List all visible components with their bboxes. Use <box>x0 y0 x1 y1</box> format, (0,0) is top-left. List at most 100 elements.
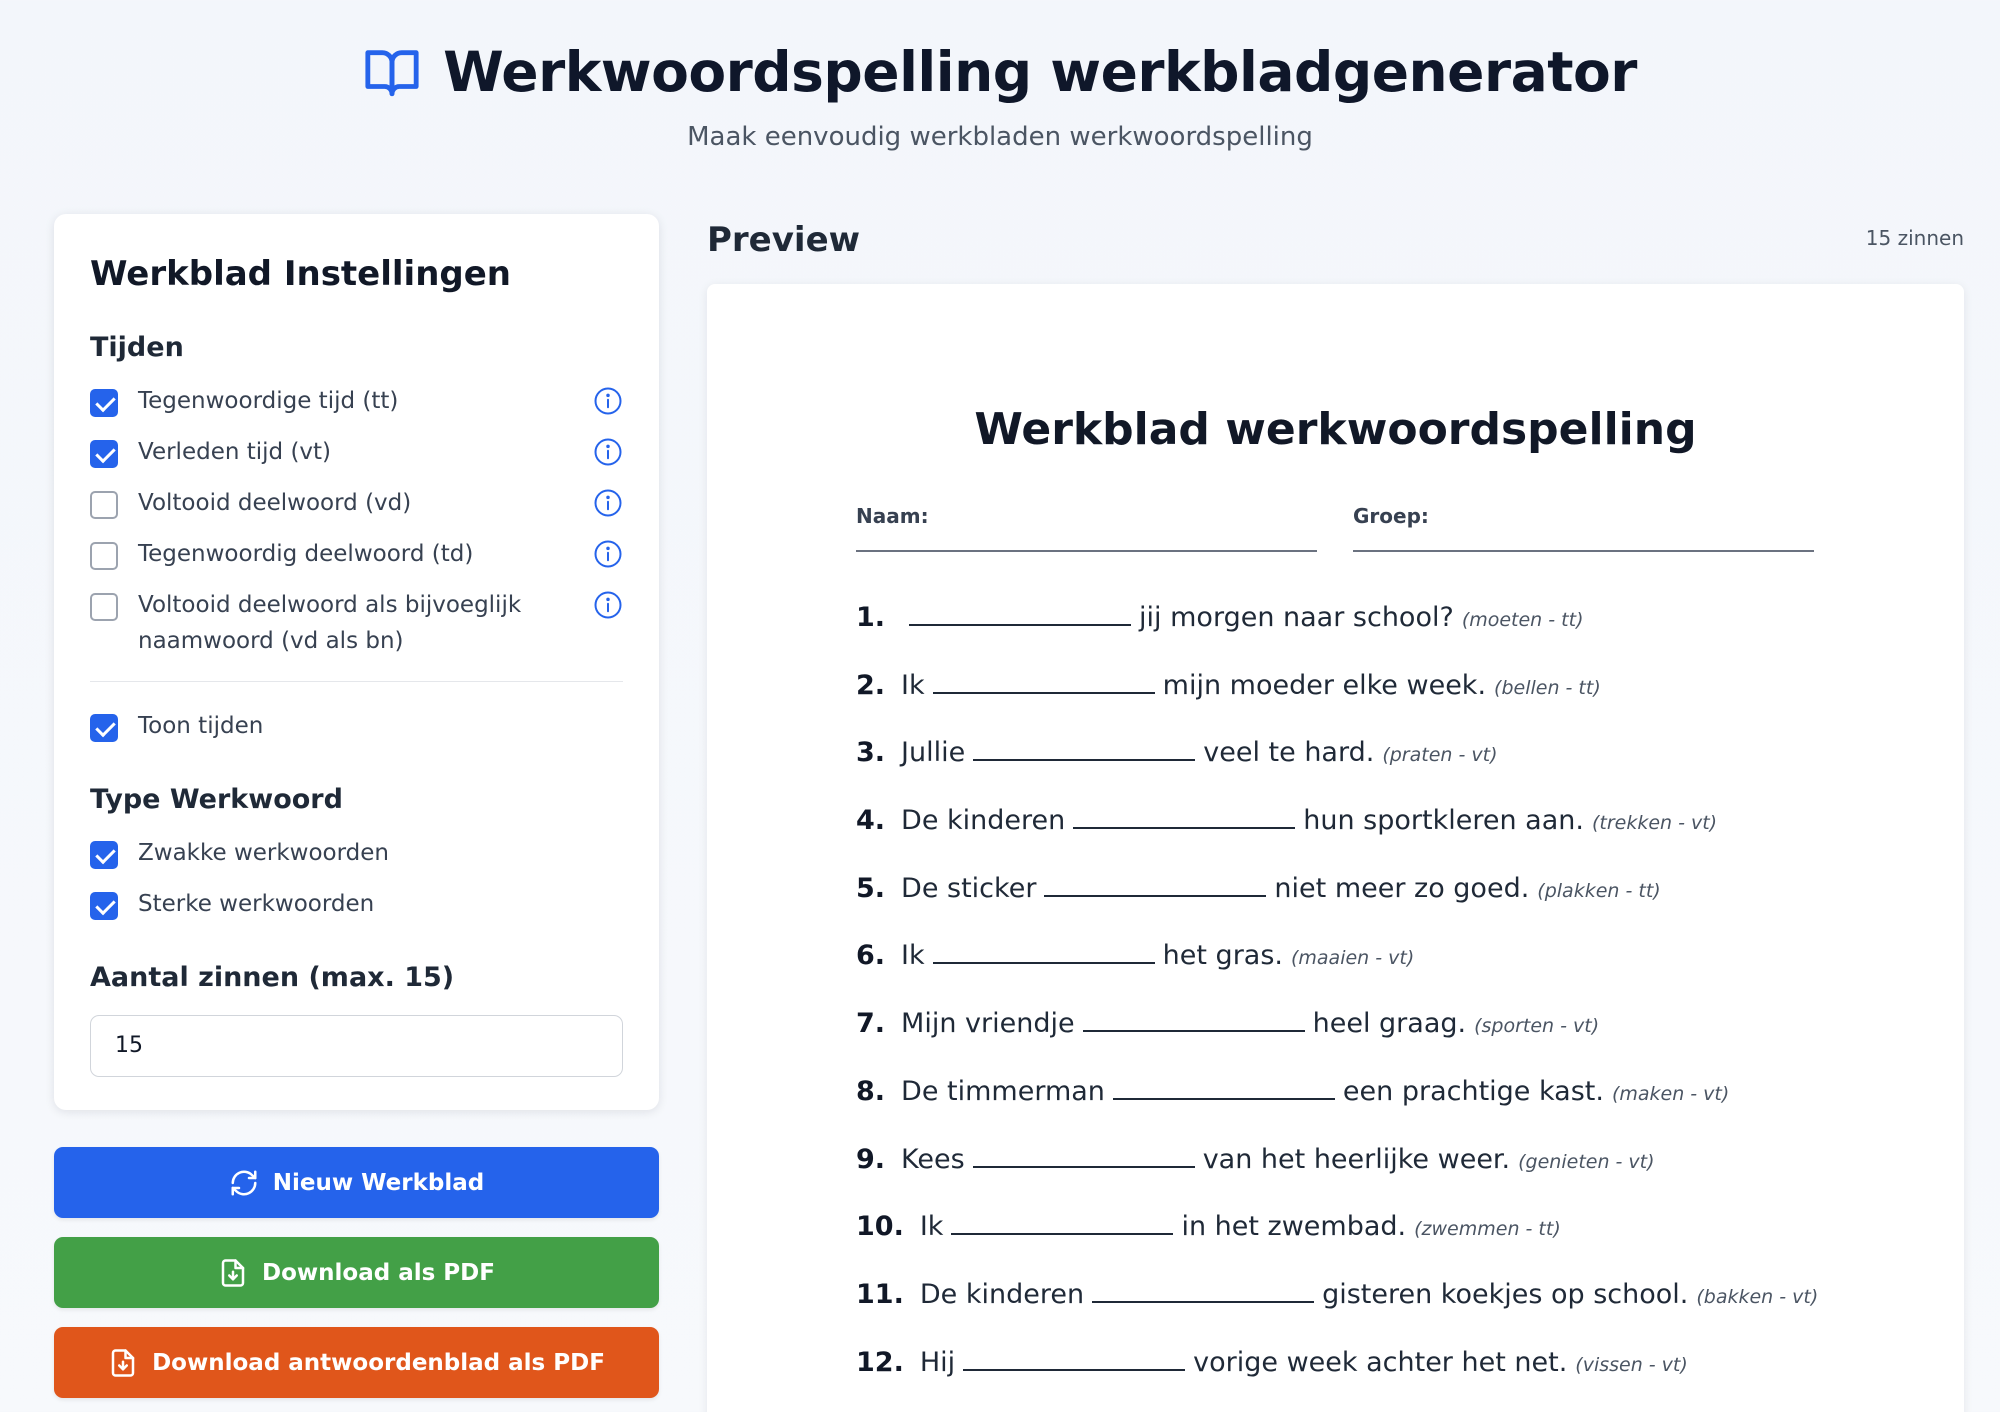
sentence-rest: heel graag. <box>1312 1008 1467 1040</box>
sentence-subject: De timmerman <box>901 1075 1105 1107</box>
refresh-icon <box>231 1170 257 1195</box>
option-sterke-werkwoorden[interactable]: Sterke werkwoorden <box>90 890 623 922</box>
sentence-number: 1. <box>856 602 886 633</box>
download-answers-label: Download antwoordenblad als PDF <box>152 1349 605 1376</box>
verb-hint: (trekken - vt) <box>1591 812 1718 835</box>
option-tegenwoordige-tijd[interactable]: Tegenwoordige tijd (tt) <box>90 387 623 419</box>
option-label: Voltooid deelwoord (vd) <box>138 490 412 516</box>
answer-blank <box>973 739 1196 762</box>
answer-blank <box>1082 1010 1305 1033</box>
sentence-item: 9. Kees van het heerlijke weer. (genieten -… <box>856 1144 1916 1212</box>
answer-blank <box>932 942 1155 965</box>
verb-type-section-title: Type Werkwoord <box>90 784 343 815</box>
info-icon[interactable] <box>593 386 623 416</box>
option-voltooid-deelwoord[interactable]: Voltooid deelwoord (vd) <box>90 489 623 521</box>
checkbox-toon-tijden[interactable] <box>90 714 118 742</box>
sentence-item: 7. Mijn vriendje heel graag. (sporten - vt) <box>856 1008 1916 1076</box>
answer-blank <box>1073 807 1296 830</box>
answer-blank <box>1112 1078 1335 1100</box>
new-worksheet-button[interactable]: Nieuw Werkblad <box>54 1147 659 1218</box>
sentence-item: 5. De sticker niet meer zo goed. (plakken -… <box>856 873 1916 941</box>
download-pdf-label: Download als PDF <box>262 1259 495 1286</box>
sentence-rest: een prachtige kast. <box>1342 1075 1604 1107</box>
sentence-rest: niet meer zo goed. <box>1274 872 1530 904</box>
verb-hint: (bellen - tt) <box>1494 676 1601 699</box>
sentence-item: 6. Ik het gras. (maaien - vt) <box>856 940 1916 1008</box>
sentence-subject: Jullie <box>901 737 966 769</box>
sentence-number: 12. <box>856 1346 904 1378</box>
option-label: Sterke werkwoorden <box>138 891 375 917</box>
option-label: Verleden tijd (vt) <box>138 439 332 465</box>
answer-blank <box>932 672 1155 694</box>
sentence-number: 10. <box>856 1211 904 1243</box>
checkbox-vd-als-bn[interactable] <box>90 593 118 621</box>
sentence-rest: in het zwembad. <box>1181 1211 1407 1243</box>
app-header: Werkwoordspelling werkbladgenerator Maak… <box>0 40 2000 152</box>
sentence-number: 6. <box>856 940 886 972</box>
option-label-line1: Voltooid deelwoord als bijvoeglijk <box>138 592 522 618</box>
info-icon[interactable] <box>593 590 623 620</box>
sentence-rest: vorige week achter het net. <box>1193 1346 1568 1378</box>
sentence-item: 4. De kinderen hun sportkleren aan. (trekke… <box>856 805 1916 873</box>
group-field: Groep: <box>1353 504 1814 552</box>
sentence-rest: van het heerlijke weer. <box>1202 1143 1511 1175</box>
option-vd-als-bn[interactable]: Voltooid deelwoord als bijvoeglijk naamw… <box>90 591 623 659</box>
worksheet-preview: Werkblad werkwoordspelling Naam: Groep: … <box>707 284 1964 1412</box>
sentence-item: 1. jij morgen naar school? (moeten - tt) <box>856 602 1916 670</box>
sentence-item: 10. Ik in het zwembad. (zwemmen - tt) <box>856 1211 1916 1279</box>
settings-divider <box>90 681 623 682</box>
verb-hint: (moeten - tt) <box>1461 609 1584 631</box>
sentence-number: 9. <box>856 1143 886 1175</box>
info-icon[interactable] <box>593 488 623 518</box>
option-label: Zwakke werkwoorden <box>138 840 390 866</box>
sentence-rest: gisteren koekjes op school. <box>1322 1278 1689 1310</box>
checkbox-zwakke-werkwoorden[interactable] <box>90 841 118 869</box>
sentence-number: 5. <box>856 872 886 904</box>
checkbox-verleden-tijd[interactable] <box>90 440 118 468</box>
sentence-item: 8. De timmerman een prachtige kast. (maken … <box>856 1076 1916 1144</box>
sentence-subject: Hij <box>919 1346 956 1378</box>
sentence-item: 11. De kinderen gisteren koekjes op school… <box>856 1279 1916 1347</box>
checkbox-sterke-werkwoorden[interactable] <box>90 892 118 920</box>
worksheet-title: Werkblad werkwoordspelling <box>974 404 1697 455</box>
option-label: Voltooid deelwoord als bijvoeglijk naamw… <box>138 587 521 659</box>
sentence-subject: Kees <box>901 1143 965 1175</box>
preview-heading: Preview <box>707 220 861 260</box>
sentence-subject: De kinderen <box>919 1278 1085 1310</box>
sentence-count-input[interactable]: 15 <box>90 1015 623 1077</box>
sentence-item: 3. Jullie veel te hard. (praten - vt) <box>856 737 1916 805</box>
sentence-rest: jij morgen naar school? <box>1139 602 1454 633</box>
download-pdf-button[interactable]: Download als PDF <box>54 1237 659 1308</box>
answer-blank <box>972 1146 1195 1168</box>
option-zwakke-werkwoorden[interactable]: Zwakke werkwoorden <box>90 839 623 871</box>
book-open-icon <box>365 50 419 97</box>
checkbox-tegenwoordige-tijd[interactable] <box>90 389 118 417</box>
verb-hint: (plakken - tt) <box>1537 879 1661 902</box>
verb-hint: (vissen - vt) <box>1575 1353 1688 1376</box>
option-tegenwoordig-deelwoord[interactable]: Tegenwoordig deelwoord (td) <box>90 540 623 572</box>
sentence-subject: Mijn vriendje <box>901 1008 1075 1040</box>
sentence-item: 2. Ik mijn moeder elke week. (bellen - tt) <box>856 670 1916 738</box>
download-answers-button[interactable]: Download antwoordenblad als PDF <box>54 1327 659 1398</box>
name-field: Naam: <box>856 504 1317 552</box>
option-toon-tijden[interactable]: Toon tijden <box>90 712 623 744</box>
option-verleden-tijd[interactable]: Verleden tijd (vt) <box>90 438 623 470</box>
option-label: Toon tijden <box>138 713 264 739</box>
sentence-number: 7. <box>856 1008 886 1040</box>
verb-hint: (bakken - vt) <box>1696 1285 1819 1308</box>
checkbox-tegenwoordig-deelwoord[interactable] <box>90 542 118 570</box>
count-section-title: Aantal zinnen (max. 15) <box>90 962 455 993</box>
answer-blank <box>963 1349 1186 1371</box>
verb-hint: (praten - vt) <box>1382 744 1498 767</box>
sentence-subject: Ik <box>901 940 925 972</box>
info-icon[interactable] <box>593 539 623 569</box>
header-title-row: Werkwoordspelling werkbladgenerator <box>0 40 2000 104</box>
checkbox-voltooid-deelwoord[interactable] <box>90 491 118 519</box>
answer-blank <box>951 1213 1174 1236</box>
info-icon[interactable] <box>593 437 623 467</box>
page-title: Werkwoordspelling werkbladgenerator <box>443 40 1637 104</box>
option-label: Tegenwoordige tijd (tt) <box>138 388 399 414</box>
settings-panel: Werkblad Instellingen Tijden Tegenwoordi… <box>54 214 659 1110</box>
sentence-number: 11. <box>856 1278 904 1310</box>
sentence-count-label: 15 zinnen <box>1865 226 1964 250</box>
